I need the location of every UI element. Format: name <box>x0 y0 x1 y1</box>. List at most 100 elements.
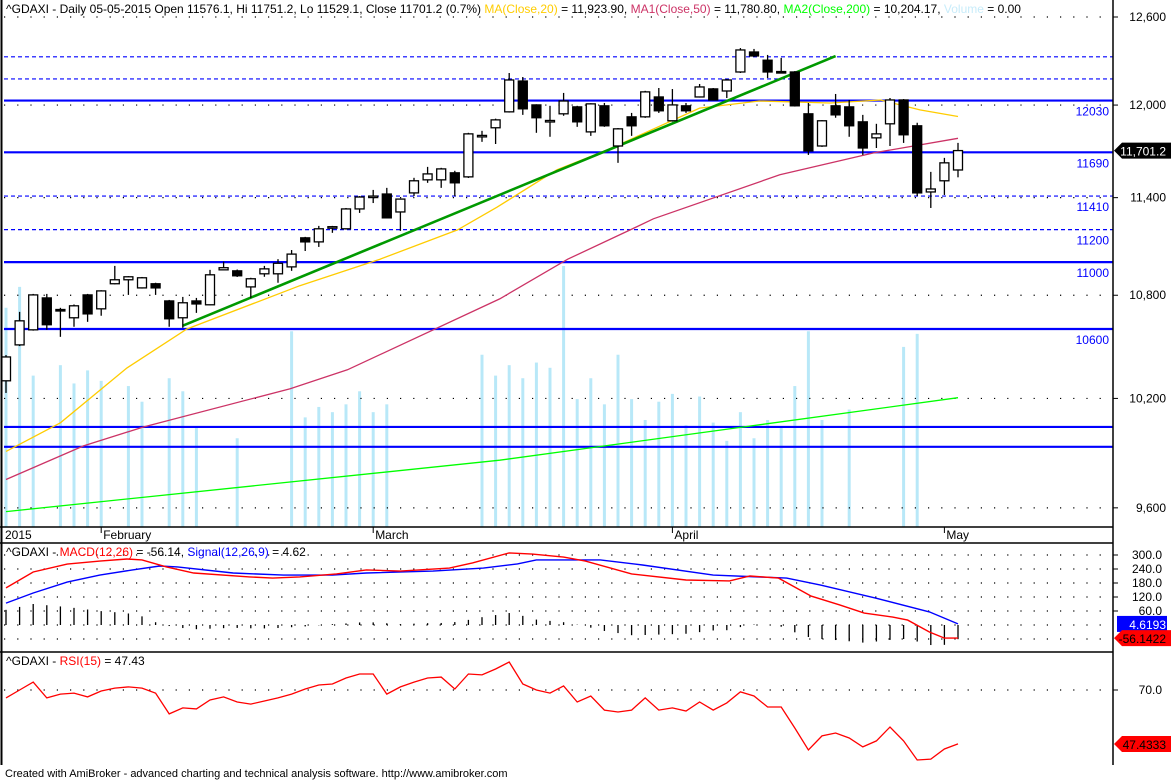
price-axis-label: 12,600 <box>1129 10 1166 24</box>
candle <box>232 269 243 277</box>
volume-bar <box>371 412 375 527</box>
volume-bar <box>385 404 389 527</box>
candle-body-up <box>109 279 120 285</box>
candle-body-down <box>653 96 664 112</box>
candle-body-up <box>884 99 896 125</box>
volume-bar <box>643 419 647 527</box>
candle-body-up <box>925 188 936 193</box>
candle-body-up <box>816 120 828 147</box>
volume-bar <box>657 401 661 527</box>
date-label: April <box>674 528 698 542</box>
candle-body-down <box>449 172 460 184</box>
candle-body-down <box>599 105 610 127</box>
macd-axis-label: 300.0 <box>1132 548 1162 562</box>
candle <box>136 276 148 289</box>
volume-bar <box>344 404 348 527</box>
signal-legend: Signal(12,26,9) <box>187 545 268 559</box>
volume-bar <box>194 427 198 527</box>
rsi-value-tag-text: 47.4333 <box>1123 738 1167 752</box>
volume-bar <box>31 375 35 527</box>
volume-bar <box>534 362 538 527</box>
ma200-value: = 10,204.17, <box>870 2 944 16</box>
volume-bar <box>630 399 634 527</box>
candle-body-up <box>68 305 80 319</box>
rsi-value-tag: 47.4333 <box>1114 735 1171 752</box>
volume-bar <box>766 419 770 527</box>
volume-bar <box>140 401 144 527</box>
volume-bar <box>793 386 797 527</box>
candle <box>408 177 420 197</box>
candle-body-up <box>871 133 882 139</box>
rsi-value: = 47.43 <box>101 654 145 668</box>
candle <box>599 102 610 127</box>
volume-bar <box>711 422 715 527</box>
candle-body-down <box>708 88 719 101</box>
volume-bar <box>167 378 171 527</box>
candle-body-up <box>123 276 134 281</box>
volume-bar <box>820 419 824 527</box>
candle-body-up <box>368 195 379 199</box>
candle-body-down <box>517 80 528 110</box>
title-prefix: ^GDAXI - Daily 05-05-2015 Open 11576.1, … <box>6 2 484 16</box>
candle-body-up <box>28 294 39 331</box>
ma20-value: = 11,923.90, <box>558 2 631 16</box>
candle-body-down <box>912 125 923 194</box>
price-axis-label: 9,600 <box>1136 501 1166 515</box>
candle-body-up <box>327 226 338 229</box>
candle-body-up <box>218 267 229 271</box>
candle <box>640 90 651 118</box>
candle-body-down <box>748 51 760 57</box>
candle-body-up <box>340 208 352 230</box>
volume-bar <box>181 391 185 527</box>
candle <box>735 48 746 74</box>
candle-body-up <box>436 168 447 181</box>
rsi-panel-title: ^GDAXI - RSI(15) = 47.43 <box>6 654 145 668</box>
candle-body-up <box>395 198 406 213</box>
candle <box>463 132 474 178</box>
candle-body-down <box>150 283 161 289</box>
rsi-title-prefix: ^GDAXI - <box>6 654 60 668</box>
volume-value: = 0.00 <box>984 2 1021 16</box>
volume-bar <box>72 383 76 527</box>
candle-body-up <box>96 290 107 310</box>
volume-bar <box>738 412 742 527</box>
volume-bar <box>562 266 566 527</box>
candle-body-down <box>898 99 909 136</box>
volume-bar <box>589 378 593 527</box>
price-axis-label: 10,800 <box>1129 288 1166 302</box>
last-price-tag: 11,701.2 <box>1114 142 1171 159</box>
last-price-tag-text: 11,701.2 <box>1120 145 1166 159</box>
candle-body-up <box>177 302 188 319</box>
volume-bar <box>725 440 729 527</box>
candle-body-up <box>0 356 12 382</box>
volume-legend: Volume <box>944 2 984 16</box>
candle-body-down <box>626 116 637 127</box>
price-axis-label: 11,400 <box>1130 191 1166 205</box>
candle-body-up <box>558 100 569 115</box>
macd-value-tag-text: -56.1422 <box>1119 632 1167 646</box>
volume-bar <box>806 331 810 527</box>
ma200-legend: MA2(Close,200) <box>783 2 870 16</box>
candle-body-down <box>232 270 243 277</box>
volume-bar <box>698 396 702 527</box>
candle-body-up <box>354 196 365 210</box>
macd-title-prefix: ^GDAXI - <box>6 545 60 559</box>
volume-bar <box>616 354 620 527</box>
ma20-legend: MA(Close,20) <box>484 2 557 16</box>
macd-legend: MACD(12,26) <box>60 545 133 559</box>
macd-axis-label: 180.0 <box>1132 576 1162 590</box>
volume-bar <box>303 417 307 527</box>
rsi-legend: RSI(15) <box>60 654 101 668</box>
candle-body-up <box>136 277 148 289</box>
macd-panel-title: ^GDAXI - MACD(12,26) = -56.14, Signal(12… <box>6 545 306 559</box>
candle-body-up <box>544 119 556 123</box>
signal-value-tag-text: 4.6193 <box>1129 618 1166 632</box>
macd-axis-label: 60.0 <box>1139 604 1163 618</box>
level-label: 11000 <box>1077 266 1110 280</box>
signal-value: = 4.62 <box>269 545 306 559</box>
candle-body-down <box>803 113 814 152</box>
candle <box>585 103 596 136</box>
candle-body-down <box>857 121 868 149</box>
signal-value-tag: 4.6193 <box>1117 615 1167 632</box>
candle-body-up <box>694 86 705 98</box>
